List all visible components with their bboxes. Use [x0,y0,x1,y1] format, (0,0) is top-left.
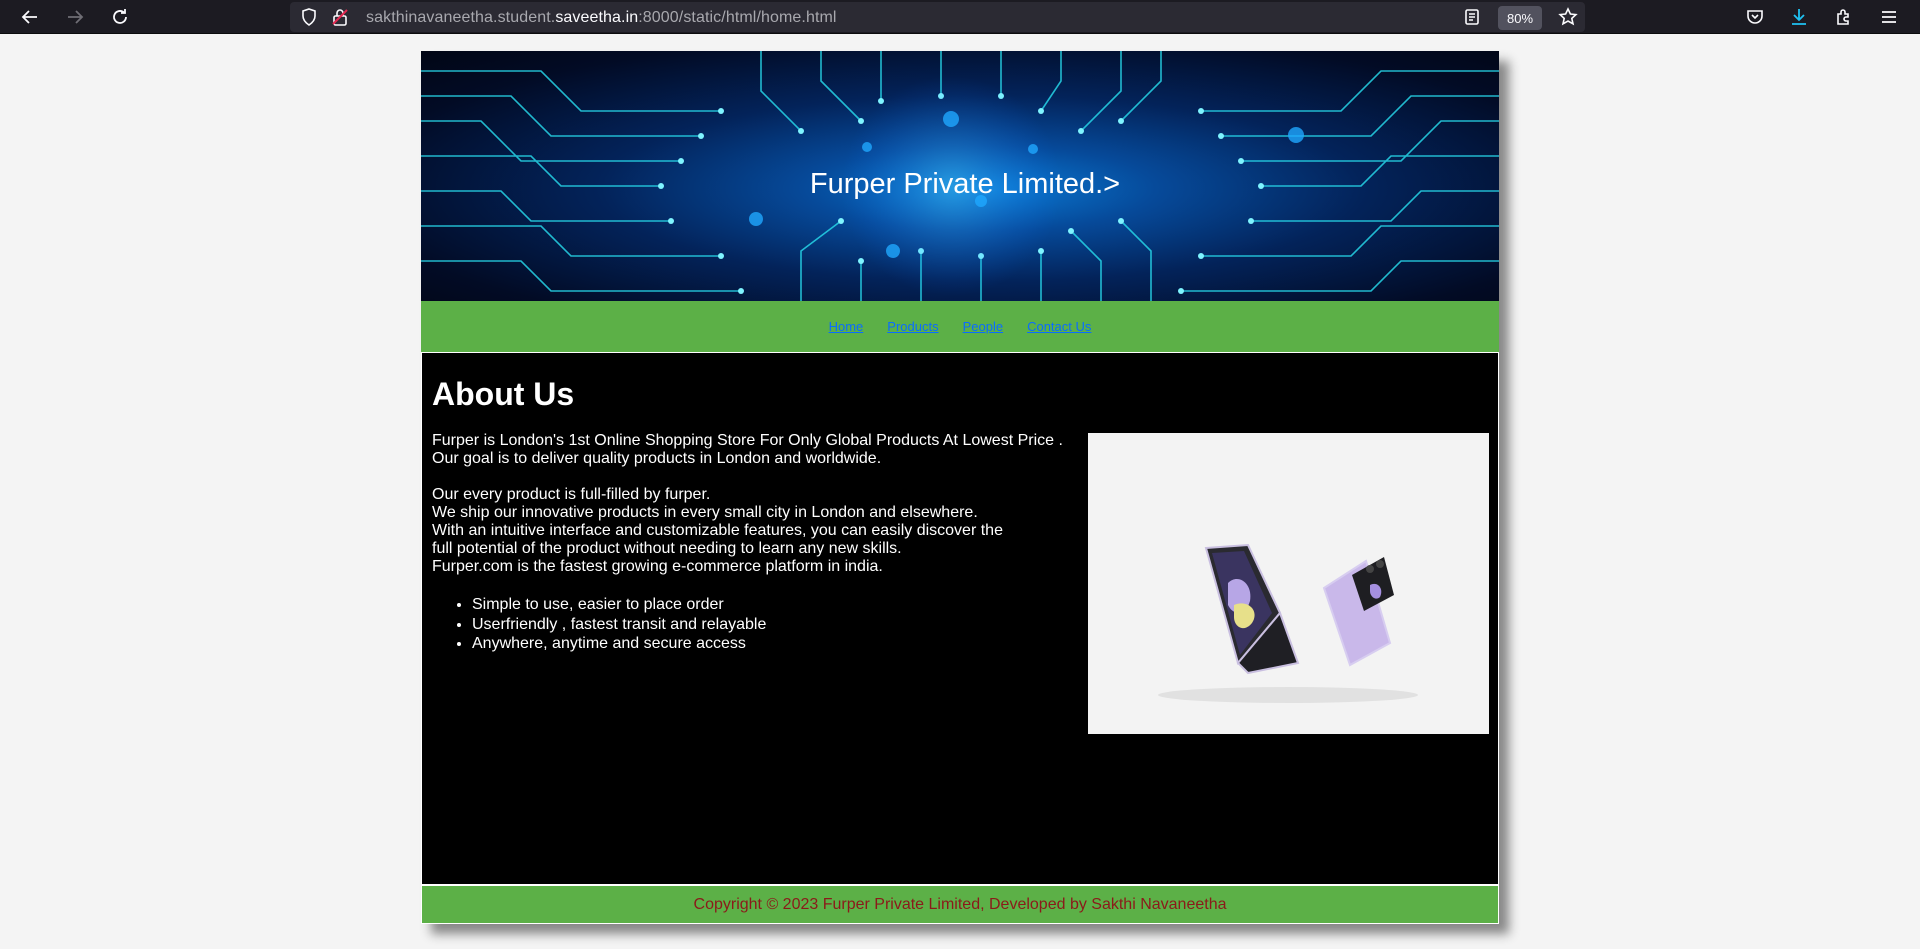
url-text[interactable]: sakthinavaneetha.student.saveetha.in:800… [366,9,837,27]
about-text: Furper is London's 1st Online Shopping S… [432,432,1092,576]
browser-toolbar: sakthinavaneetha.student.saveetha.in:800… [0,0,1920,34]
nav-link-contact-us[interactable]: Contact Us [1027,319,1091,334]
list-item: Simple to use, easier to place order [472,595,766,615]
reload-icon[interactable] [108,5,132,29]
insecure-lock-icon[interactable] [328,5,352,29]
about-heading: About Us [432,376,575,412]
list-item: Userfriendly , fastest transit and relay… [472,615,766,635]
about-line: Our goal is to deliver quality products … [432,450,882,467]
back-icon[interactable] [18,5,42,29]
menu-icon[interactable] [1877,5,1901,29]
downloads-icon[interactable] [1787,5,1811,29]
about-line: Furper.com is the fastest growing e-comm… [432,558,883,575]
shield-icon[interactable] [297,5,321,29]
about-line: Our every product is full-filled by furp… [432,486,711,503]
foldable-phone-image [1158,543,1418,703]
nav-link-people[interactable]: People [963,319,1003,334]
about-line: Furper is London's 1st Online Shopping S… [432,432,1063,449]
page-container: Furper Private Limited.> Home Products P… [421,51,1499,924]
list-item: Anywhere, anytime and secure access [472,634,766,654]
about-section: About Us Furper is London's 1st Online S… [421,352,1499,885]
pocket-icon[interactable] [1743,5,1767,29]
about-line: full potential of the product without ne… [432,540,902,557]
features-list: Simple to use, easier to place order Use… [472,595,766,654]
nav-link-home[interactable]: Home [829,319,864,334]
forward-icon[interactable] [63,5,87,29]
site-title: Furper Private Limited.> [809,168,1121,200]
main-nav: Home Products People Contact Us [421,301,1499,352]
bookmark-star-icon[interactable] [1556,5,1580,29]
extensions-icon[interactable] [1832,5,1856,29]
footer: Copyright © 2023 Furper Private Limited,… [421,885,1499,924]
nav-link-products[interactable]: Products [887,319,938,334]
product-image [1088,433,1489,734]
copyright-text: Copyright © 2023 Furper Private Limited,… [693,895,1227,913]
about-line: With an intuitive interface and customiz… [432,522,1003,539]
header-banner: Furper Private Limited.> [421,51,1499,301]
url-bar[interactable]: sakthinavaneetha.student.saveetha.in:800… [290,2,1585,32]
about-line: We ship our innovative products in every… [432,504,978,521]
zoom-level-badge[interactable]: 80% [1498,6,1542,30]
reader-view-icon[interactable] [1460,5,1484,29]
